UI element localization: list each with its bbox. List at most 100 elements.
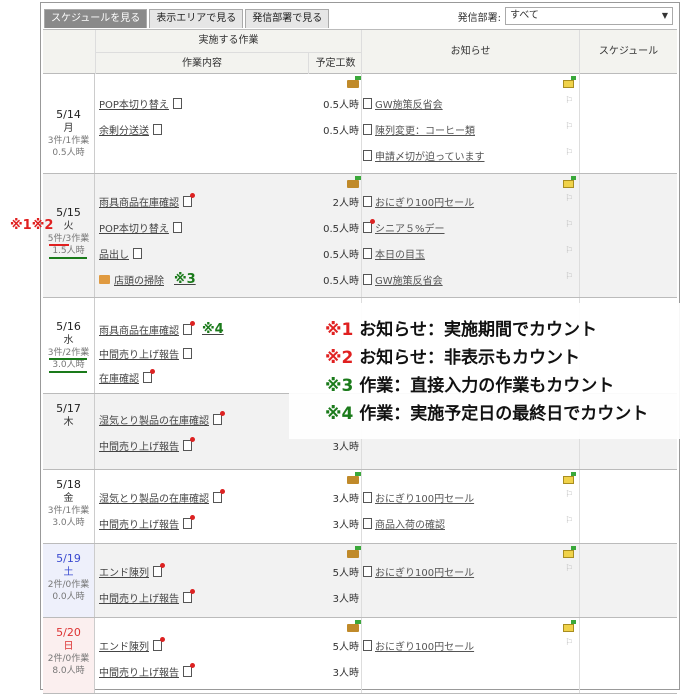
document-icon (153, 563, 165, 577)
day-date: 5/14 (56, 108, 81, 121)
flag-icon[interactable]: ⚐ (565, 564, 573, 574)
task-amount: 3人時 (332, 442, 359, 453)
document-icon (153, 124, 162, 135)
notice-link[interactable]: おにぎり100円セール (363, 490, 474, 505)
flag-icon[interactable]: ⚐ (565, 96, 573, 106)
view-tabs: スケジュールを見る 表示エリアで見る 発信部署で見る (44, 9, 330, 29)
document-icon (183, 348, 192, 359)
notice-link[interactable]: GW施策反省会 (363, 272, 443, 287)
flag-icon[interactable]: ⚐ (565, 194, 573, 204)
dept-filter: 発信部署: すべて ▼ (458, 7, 673, 25)
tab-schedule[interactable]: スケジュールを見る (44, 9, 148, 28)
document-icon (172, 222, 182, 233)
flag-icon[interactable]: ⚐ (565, 272, 573, 282)
day-row: 5/18 金 3件/1作業 3.0人時 湿気とり製品の在庫確認 3人時 中間売り… (43, 470, 677, 544)
notice-link[interactable]: GW施策反省会 (363, 96, 443, 111)
day-cell: 5/14 月 3件/1作業 0.5人時 (43, 74, 95, 173)
flag-icon[interactable]: ⚐ (565, 516, 573, 526)
task-link[interactable]: 余剰分送送 (99, 122, 162, 137)
task-amount: 3人時 (332, 520, 359, 531)
task-link[interactable]: 店頭の掃除 ※3 (99, 272, 196, 287)
notice-link[interactable]: おにぎり100円セール (363, 194, 474, 209)
task-link[interactable]: 雨具商品在庫確認 (99, 193, 195, 209)
mail-icon (563, 176, 576, 188)
mail-icon (563, 620, 576, 632)
task-link[interactable]: 在庫確認 (99, 369, 155, 385)
task-link[interactable]: 中間売り上げ報告 (99, 437, 195, 453)
marker-4: ※4 (202, 322, 224, 337)
flag-icon[interactable]: ⚐ (565, 246, 573, 256)
document-icon (172, 98, 182, 109)
header-work: 実施する作業 (198, 35, 259, 46)
task-link[interactable]: POP本切り替え (99, 96, 182, 111)
folder-icon (99, 275, 110, 284)
day-hours: 3.0人時 (52, 360, 85, 370)
day-count: 3件/1作業 (47, 506, 90, 516)
notice-link[interactable]: 商品入荷の確認 (363, 516, 445, 531)
day-cell: 5/15 火 5件/3作業 1.5人時 (43, 174, 95, 297)
document-icon (133, 248, 142, 259)
document-icon (143, 369, 155, 383)
dept-filter-label: 発信部署: (457, 12, 501, 24)
task-amount: 5人時 (332, 642, 359, 653)
mail-icon (563, 76, 576, 88)
task-link[interactable]: エンド陳列 (99, 637, 165, 653)
task-link[interactable]: 湿気とり製品の在庫確認 (99, 489, 225, 505)
mail-icon (563, 546, 576, 558)
task-amount: 3人時 (332, 494, 359, 505)
header-planned-hours: 予定工数 (308, 52, 362, 74)
tab-dept[interactable]: 発信部署で見る (245, 9, 330, 28)
document-icon (183, 321, 195, 335)
document-icon (153, 637, 165, 651)
marker-3: ※3 (174, 272, 196, 287)
task-link[interactable]: 雨具商品在庫確認 ※4 (99, 321, 224, 337)
task-amount: 0.5人時 (323, 276, 359, 287)
day-hours: 0.5人時 (52, 148, 85, 158)
day-hours: 3.0人時 (52, 518, 85, 528)
day-count: 3件/1作業 (47, 136, 90, 146)
day-weekday: 木 (63, 417, 74, 428)
day-row: 5/14 月 3件/1作業 0.5人時 POP本切り替え 0.5人時 余剰分送送… (43, 74, 677, 174)
notice-link[interactable]: シニア５%デー (363, 219, 445, 235)
task-link[interactable]: 湿気とり製品の在庫確認 (99, 411, 225, 427)
task-link[interactable]: エンド陳列 (99, 563, 165, 579)
task-link[interactable]: 中間売り上げ報告 (99, 346, 192, 361)
schedule-panel: スケジュールを見る 表示エリアで見る 発信部署で見る 発信部署: すべて ▼ 実… (40, 2, 680, 694)
day-date: 5/20 (56, 626, 81, 639)
notice-link[interactable]: おにぎり100円セール (363, 564, 474, 579)
day-date: 5/18 (56, 478, 81, 491)
flag-icon[interactable]: ⚐ (565, 638, 573, 648)
document-icon (183, 193, 195, 207)
notice-link[interactable]: 申請〆切が迫っています (363, 148, 485, 163)
flag-icon[interactable]: ⚐ (565, 490, 573, 500)
task-amount: 3人時 (332, 668, 359, 679)
task-link[interactable]: 品出し (99, 246, 142, 261)
task-link[interactable]: 中間売り上げ報告 (99, 515, 195, 531)
notice-link[interactable]: おにぎり100円セール (363, 638, 474, 653)
table-header: 実施する作業 作業内容 予定工数 お知らせ スケジュール (43, 30, 677, 74)
dept-select[interactable]: すべて ▼ (505, 7, 673, 25)
task-link[interactable]: 中間売り上げ報告 (99, 589, 195, 605)
day-weekday: 土 (63, 567, 74, 578)
day-row: 5/15 火 5件/3作業 1.5人時 雨具商品在庫確認 2人時 POP本切り替… (43, 174, 677, 298)
flag-icon[interactable]: ⚐ (565, 220, 573, 230)
notice-link[interactable]: 陳列変更：コーヒー類 (363, 122, 475, 137)
task-link[interactable]: 中間売り上げ報告 (99, 663, 195, 679)
day-weekday: 月 (63, 123, 74, 134)
task-amount: 0.5人時 (323, 100, 359, 111)
task-link[interactable]: POP本切り替え (99, 220, 182, 235)
day-date: 5/16 (56, 320, 81, 333)
flag-icon[interactable]: ⚐ (565, 122, 573, 132)
notice-link[interactable]: 本日の目玉 (363, 246, 425, 261)
document-icon (183, 437, 195, 451)
annotation-1: ※1 お知らせ：実施期間でカウント (325, 320, 597, 340)
day-weekday: 水 (63, 335, 74, 346)
annotation-2: ※2 お知らせ：非表示もカウント (325, 348, 580, 368)
annotation-4: ※4 作業：実施予定日の最終日でカウント (325, 404, 649, 424)
annotation-box: ※1 お知らせ：実施期間でカウント ※2 お知らせ：非表示もカウント ※3 作業… (289, 303, 680, 439)
tab-display-area[interactable]: 表示エリアで見る (149, 9, 244, 28)
task-amount: 2人時 (332, 198, 359, 209)
day-weekday: 金 (63, 493, 74, 504)
flag-icon[interactable]: ⚐ (565, 148, 573, 158)
day-hours: 8.0人時 (52, 666, 85, 676)
